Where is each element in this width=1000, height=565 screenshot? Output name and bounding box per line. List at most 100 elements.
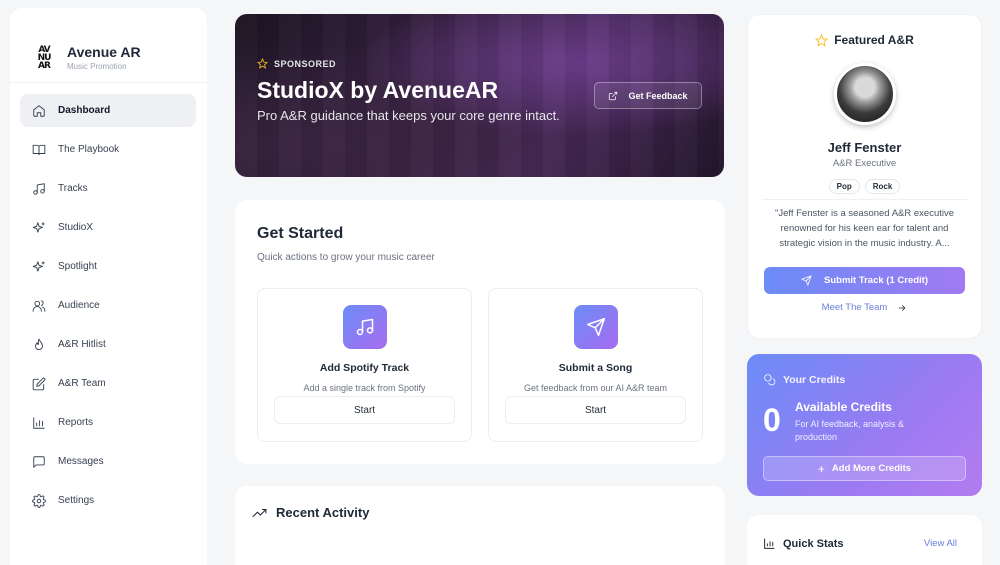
recent-activity-title: Recent Activity	[276, 505, 370, 520]
genre-tag: Rock	[864, 179, 901, 194]
sidebar-item-label: StudioX	[58, 222, 94, 233]
recent-activity-header: Recent Activity	[251, 505, 369, 520]
submit-track-label: Submit Track (1 Credit)	[824, 275, 928, 286]
sidebar-item-audience[interactable]: Audience	[20, 289, 196, 322]
credits-title: Your Credits	[783, 373, 846, 386]
quick-stats-header: Quick Stats	[763, 537, 844, 550]
add-spotify-track-card[interactable]: Add Spotify Track Add a single track fro…	[257, 288, 472, 442]
featured-ar-header: Featured A&R	[748, 33, 981, 47]
sidebar-item-label: Reports	[58, 417, 94, 428]
submit-song-card[interactable]: Submit a Song Get feedback from our AI A…	[488, 288, 703, 442]
edit-icon	[32, 377, 46, 390]
brand-logo: AV NU AR	[33, 46, 55, 71]
credits-count: 0	[763, 402, 781, 438]
sidebar-item-label: Settings	[58, 495, 95, 506]
start-submit-song-button[interactable]: Start	[505, 396, 686, 424]
start-add-track-button[interactable]: Start	[274, 396, 455, 424]
logo-row-3: AR	[38, 61, 51, 71]
hero-subtitle: Pro A&R guidance that keeps your core ge…	[257, 108, 560, 123]
get-started-subtitle: Quick actions to grow your music career	[257, 252, 435, 263]
ar-name: Jeff Fenster	[827, 140, 902, 155]
external-link-icon	[609, 91, 618, 100]
action-title: Add Spotify Track	[319, 362, 410, 374]
bar-chart-icon	[33, 416, 45, 429]
sparkles-icon	[32, 221, 45, 233]
quick-stats-title: Quick Stats	[783, 537, 844, 550]
avatar	[834, 63, 896, 125]
sidebar-item-label: Messages	[58, 456, 104, 467]
quick-stats-card: Quick Stats View All	[747, 515, 982, 565]
sidebar-item-ar-team[interactable]: A&R Team	[20, 367, 196, 400]
hero-title: StudioX by AvenueAR	[257, 77, 499, 103]
sidebar-item-hitlist[interactable]: A&R Hitlist	[20, 328, 196, 361]
genre-tags: Pop Rock	[748, 179, 981, 194]
music-note-icon	[33, 182, 45, 195]
brand-text: Avenue AR Music Promotion	[67, 44, 141, 71]
send-icon	[801, 275, 812, 286]
sidebar-item-label: Audience	[58, 300, 100, 311]
sponsored-label: SPONSORED	[274, 58, 337, 69]
bar-chart-icon	[764, 538, 775, 549]
credits-description: For AI feedback, analysis & production	[795, 419, 905, 442]
ar-bio-quote: "Jeff Fenster is a seasoned A&R executiv…	[774, 208, 955, 249]
meet-the-team-label: Meet The Team	[821, 302, 888, 313]
add-more-credits-label: Add More Credits	[831, 463, 912, 474]
recent-activity-card: Recent Activity	[235, 486, 725, 565]
view-all-link[interactable]: View All	[924, 538, 957, 549]
plus-icon: +	[817, 461, 825, 476]
credits-header: Your Credits	[763, 373, 845, 386]
action-title: Submit a Song	[558, 362, 633, 374]
star-icon	[257, 58, 268, 69]
action-description: Add a single track from Spotify	[303, 383, 426, 393]
sidebar-nav: Dashboard The Playbook Tracks StudioX Sp…	[10, 83, 207, 517]
sidebar-item-settings[interactable]: Settings	[20, 484, 196, 517]
sidebar-item-label: The Playbook	[58, 144, 120, 155]
sidebar: AV NU AR Avenue AR Music Promotion Dashb…	[10, 8, 207, 565]
flame-icon	[35, 338, 43, 350]
users-icon	[32, 299, 46, 312]
book-icon	[32, 144, 46, 155]
sidebar-item-playbook[interactable]: The Playbook	[20, 133, 196, 166]
sidebar-item-label: Dashboard	[58, 105, 111, 116]
add-more-credits-button[interactable]: + Add More Credits	[763, 456, 966, 481]
meet-the-team-link[interactable]: Meet The Team	[748, 302, 981, 313]
action-description: Get feedback from our AI A&R team	[523, 383, 668, 393]
divider	[762, 199, 967, 200]
sidebar-item-spotlight[interactable]: Spotlight	[20, 250, 196, 283]
sidebar-item-studiox[interactable]: StudioX	[20, 211, 196, 244]
send-icon	[574, 305, 618, 349]
sparkles-icon	[32, 260, 45, 272]
brand-tagline: Music Promotion	[67, 61, 127, 71]
sidebar-item-label: A&R Hitlist	[58, 339, 106, 350]
sponsored-badge: SPONSORED	[257, 58, 560, 69]
featured-ar-title: Featured A&R	[834, 33, 914, 47]
sidebar-item-reports[interactable]: Reports	[20, 406, 196, 439]
home-icon	[33, 104, 45, 117]
sidebar-item-messages[interactable]: Messages	[20, 445, 196, 478]
get-feedback-label: Get Feedback	[628, 90, 688, 101]
sidebar-item-dashboard[interactable]: Dashboard	[20, 94, 196, 127]
featured-ar-card: Featured A&R Jeff Fenster A&R Executive …	[747, 14, 982, 339]
brand[interactable]: AV NU AR Avenue AR Music Promotion	[10, 8, 207, 82]
hero-content: SPONSORED StudioX by AvenueAR Pro A&R gu…	[257, 58, 560, 123]
ar-role: A&R Executive	[832, 158, 897, 169]
star-icon	[815, 33, 829, 47]
credits-card: Your Credits 0 Available Credits For AI …	[747, 354, 982, 496]
sidebar-item-label: Spotlight	[58, 261, 97, 272]
submit-track-button[interactable]: Submit Track (1 Credit)	[764, 267, 965, 294]
coins-icon	[764, 374, 776, 386]
sidebar-item-label: A&R Team	[58, 378, 106, 389]
brand-name: Avenue AR	[67, 43, 141, 60]
genre-tag: Pop	[828, 179, 860, 194]
gear-icon	[32, 493, 46, 508]
sponsored-hero-banner: SPONSORED StudioX by AvenueAR Pro A&R gu…	[235, 14, 724, 177]
message-icon	[33, 455, 45, 468]
sidebar-item-tracks[interactable]: Tracks	[20, 172, 196, 205]
get-started-card: Get Started Quick actions to grow your m…	[235, 200, 725, 464]
available-credits-label: Available Credits	[795, 400, 892, 414]
get-feedback-button[interactable]: Get Feedback	[594, 82, 702, 109]
music-note-icon	[343, 305, 387, 349]
arrow-right-icon	[899, 304, 906, 311]
trending-up-icon	[252, 508, 267, 517]
get-started-title: Get Started	[257, 225, 344, 242]
